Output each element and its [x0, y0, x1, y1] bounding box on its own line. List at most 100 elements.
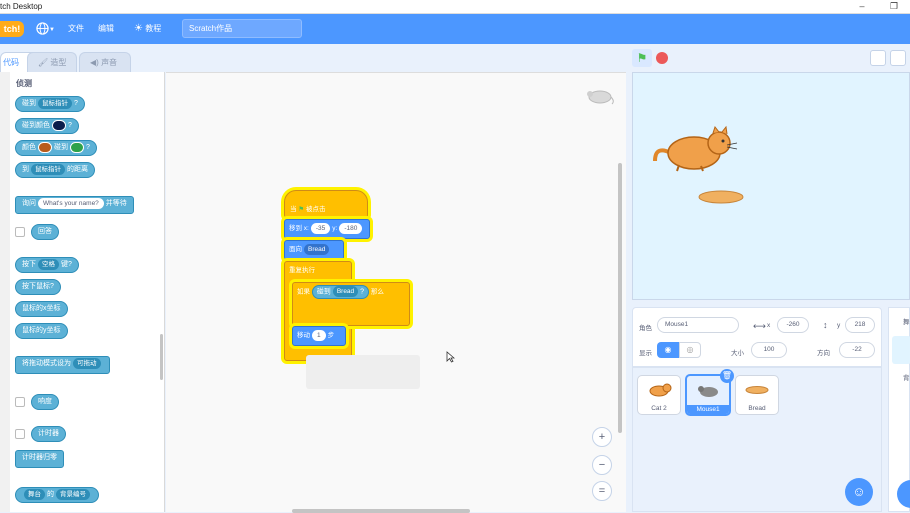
- small-stage-button[interactable]: [870, 50, 886, 66]
- of-target-dropdown[interactable]: 舞台: [24, 488, 45, 500]
- timer-checkbox[interactable]: [15, 429, 25, 439]
- y-input[interactable]: 218: [845, 317, 875, 333]
- project-title-input[interactable]: Scratch作品: [182, 19, 302, 38]
- menu-edit[interactable]: 编辑: [98, 22, 114, 36]
- direction-label: 方向: [817, 350, 830, 357]
- block-key-pressed[interactable]: 按下 空格 键?: [15, 257, 79, 273]
- size-input[interactable]: 100: [751, 342, 787, 358]
- size-label: 大小: [731, 350, 744, 357]
- goto-y-input[interactable]: -180: [339, 222, 363, 234]
- lightbulb-icon: ☀: [134, 23, 143, 34]
- green-flag-icon: ⚑: [298, 206, 305, 213]
- large-stage-button[interactable]: [890, 50, 906, 66]
- drag-mode-dropdown[interactable]: 可拖动: [73, 357, 101, 369]
- block-label: 步: [327, 332, 335, 339]
- show-hidden-button[interactable]: ◎: [679, 342, 701, 358]
- loudness-checkbox[interactable]: [15, 397, 25, 407]
- block-mouse-down[interactable]: 按下鼠标?: [15, 279, 61, 295]
- add-sprite-button[interactable]: ☺: [845, 478, 873, 506]
- workspace-vertical-scrollbar[interactable]: [618, 163, 622, 433]
- block-label: 如果: [297, 288, 310, 296]
- block-reset-timer[interactable]: 计时器归零: [15, 450, 64, 468]
- window-title-bar: tch Desktop – ❐: [0, 0, 910, 14]
- block-label: ?: [74, 100, 78, 107]
- block-label: 那么: [370, 288, 384, 296]
- block-set-drag-mode[interactable]: 将拖动模式设为 可拖动: [15, 356, 110, 374]
- block-answer[interactable]: 回答: [31, 224, 59, 240]
- tab-costumes[interactable]: 🖌 造型: [27, 52, 77, 72]
- sprite-name-input[interactable]: Mouse1: [657, 317, 739, 333]
- zoom-in-button[interactable]: +: [592, 427, 612, 447]
- block-move-steps[interactable]: 移动 1 步: [292, 326, 346, 346]
- block-point-towards[interactable]: 面向 Bread: [284, 240, 344, 260]
- color-picker[interactable]: [70, 141, 84, 153]
- block-ask-and-wait[interactable]: 询问 What's your name? 并等待: [15, 196, 134, 214]
- if-touching-dropdown[interactable]: Bread: [332, 286, 359, 297]
- menu-tutorials[interactable]: ☀ 教程: [134, 22, 161, 36]
- sprite-tile-cat2[interactable]: Cat 2: [637, 375, 681, 415]
- code-workspace[interactable]: 当 ⚑ 被点击 移到 x: -35 y: -180 面向 Bread 重复执行 如果 碰…: [166, 72, 626, 513]
- block-label: 碰到: [54, 144, 68, 151]
- block-label: ?: [360, 288, 365, 296]
- block-touching-color[interactable]: 碰到颜色?: [15, 118, 79, 134]
- block-label: 询问: [22, 200, 36, 207]
- block-loudness[interactable]: 响度: [31, 394, 59, 410]
- block-when-flag-clicked[interactable]: 当 ⚑ 被点击: [284, 190, 368, 218]
- y-arrows-icon: ↕: [823, 320, 828, 330]
- cat-sprite[interactable]: [649, 125, 739, 175]
- menu-file[interactable]: 文件: [68, 22, 84, 36]
- block-label: 颜色: [22, 144, 36, 151]
- color-picker[interactable]: [52, 119, 66, 131]
- block-if-then[interactable]: 如果 碰到 Bread? 那么: [292, 282, 410, 326]
- block-color-touching-color[interactable]: 颜色 碰到?: [15, 140, 97, 156]
- block-of[interactable]: 舞台的背景编号: [15, 487, 99, 503]
- palette-category-title: 侦测: [16, 79, 32, 88]
- trash-icon: 🗑: [721, 371, 733, 380]
- tab-sounds[interactable]: ◀) 声音: [79, 52, 131, 72]
- workspace-horizontal-scrollbar[interactable]: [292, 509, 470, 513]
- block-go-to-xy[interactable]: 移到 x: -35 y: -180: [284, 219, 370, 239]
- block-mouse-x[interactable]: 鼠标的x坐标: [15, 301, 68, 317]
- cat-face-icon: ☺: [852, 484, 866, 499]
- palette-scrollbar[interactable]: [160, 334, 163, 380]
- add-backdrop-button[interactable]: [897, 480, 910, 508]
- stage-selector-panel[interactable]: 舞 背: [888, 307, 910, 512]
- point-towards-dropdown[interactable]: Bread: [304, 243, 330, 255]
- answer-checkbox[interactable]: [15, 227, 25, 237]
- show-visible-button[interactable]: ◉: [657, 342, 679, 358]
- x-label: x: [767, 322, 771, 329]
- stop-button[interactable]: [656, 52, 668, 64]
- maximize-button[interactable]: ❐: [888, 1, 900, 12]
- block-label: 将拖动模式设为: [22, 360, 71, 367]
- category-strip: [0, 72, 10, 512]
- ask-input[interactable]: What's your name?: [38, 197, 104, 209]
- stage-thumbnail[interactable]: [892, 336, 910, 364]
- condition-touching[interactable]: 碰到 Bread?: [311, 285, 370, 299]
- of-attribute-dropdown[interactable]: 背景编号: [56, 488, 90, 500]
- stage[interactable]: [632, 72, 910, 300]
- color-picker[interactable]: [38, 141, 52, 153]
- tab-costumes-label: 造型: [50, 58, 67, 67]
- block-touching[interactable]: 碰到 鼠标指针?: [15, 96, 85, 112]
- minimize-button[interactable]: –: [856, 1, 868, 12]
- move-steps-input[interactable]: 1: [312, 329, 326, 341]
- key-dropdown[interactable]: 空格: [38, 258, 59, 270]
- delete-sprite-button[interactable]: 🗑: [720, 369, 734, 383]
- green-flag-button[interactable]: ⚑: [632, 49, 652, 67]
- block-distance-to[interactable]: 到鼠标指针 的距离: [15, 162, 95, 178]
- scratch-logo[interactable]: tch!: [0, 21, 24, 37]
- sprite-tile-bread[interactable]: Bread: [735, 375, 779, 415]
- goto-x-input[interactable]: -35: [310, 222, 331, 234]
- language-menu[interactable]: ▼: [36, 22, 58, 36]
- zoom-reset-button[interactable]: =: [592, 481, 612, 501]
- bread-sprite[interactable]: [697, 189, 745, 205]
- direction-input[interactable]: -22: [839, 342, 875, 358]
- zoom-out-button[interactable]: −: [592, 455, 612, 475]
- distance-dropdown[interactable]: 鼠标指针: [31, 163, 65, 175]
- touching-dropdown[interactable]: 鼠标指针: [38, 97, 72, 109]
- chevron-down-icon: ▼: [49, 27, 55, 33]
- block-mouse-y[interactable]: 鼠标的y坐标: [15, 323, 68, 339]
- block-label: 到: [22, 166, 29, 173]
- x-input[interactable]: -260: [777, 317, 809, 333]
- block-timer[interactable]: 计时器: [31, 426, 66, 442]
